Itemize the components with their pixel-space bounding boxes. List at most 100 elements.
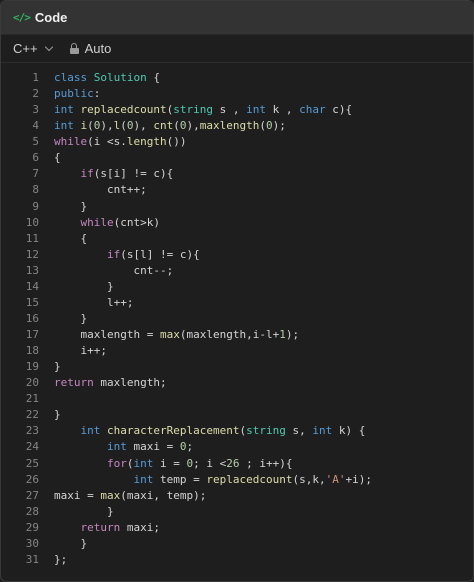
line-number: 10 <box>25 215 39 229</box>
line-number: 30 <box>25 536 39 550</box>
code-text: if(s[l] != c){ <box>106 247 200 261</box>
code-text: }; <box>54 552 68 566</box>
code-text: int replacedcount(string s , int k , cha… <box>54 103 353 117</box>
code-text: { <box>54 231 88 245</box>
code-line: 25 for(int i = 0; i <26 ; i++){ <box>1 456 473 472</box>
code-line: 17 maxlength = max(maxlength,i-l+1); <box>1 327 473 343</box>
code-line: 16 } <box>1 311 473 327</box>
line-number: 29 <box>25 520 39 534</box>
line-number: 25 <box>25 456 39 470</box>
code-line: 20 return maxlength; <box>1 375 473 391</box>
language-selector[interactable]: C++ <box>13 41 53 56</box>
line-number: 18 <box>25 344 39 358</box>
line-number: 6 <box>32 151 39 165</box>
code-text: return maxlength; <box>54 376 167 390</box>
code-brackets-icon: </> <box>13 11 31 24</box>
line-number: 14 <box>25 279 39 293</box>
line-number: 8 <box>32 183 39 197</box>
code-line: 5 while(i <s.length()) <box>1 134 473 150</box>
code-text: cnt++; <box>106 183 147 197</box>
code-line: 15 l++; <box>1 295 473 311</box>
code-text: maxlength = max(maxlength,i-l+1); <box>80 328 300 341</box>
line-number: 7 <box>32 167 39 181</box>
code-line: 22} <box>1 407 473 423</box>
code-line: 26 int temp = replacedcount(s,k,'A'+i); <box>1 472 473 488</box>
code-text: while(i <s.length()) <box>54 135 187 149</box>
code-text: } <box>54 279 114 293</box>
line-number: 16 <box>25 311 39 325</box>
code-line: 3 int replacedcount(string s , int k , ch… <box>1 102 473 118</box>
line-number: 20 <box>25 376 39 390</box>
code-line: 13 cnt--; <box>1 263 473 279</box>
code-line: 30 } <box>1 536 473 552</box>
line-number: 24 <box>25 440 39 454</box>
line-number: 17 <box>25 328 39 341</box>
line-number: 26 <box>25 472 39 486</box>
line-number: 31 <box>25 552 39 566</box>
code-text: cnt--; <box>133 263 174 277</box>
panel-header: </> Code <box>1 1 473 35</box>
code-text: int i(0),l(0), cnt(0),maxlength(0); <box>54 119 286 133</box>
code-line: 19} <box>1 359 473 375</box>
language-label: C++ <box>13 41 38 56</box>
code-line: 27 maxi = max(maxi, temp); <box>1 488 473 504</box>
code-text: for(int i = 0; i <26 ; i++){ <box>106 456 293 470</box>
code-line: 29 return maxi; <box>1 520 473 536</box>
code-text: public: <box>54 87 101 101</box>
line-number: 2 <box>32 87 39 101</box>
code-line: 21 <box>1 391 473 407</box>
code-text: class Solution { <box>54 71 160 84</box>
code-text: } <box>54 504 114 518</box>
lock-icon <box>69 43 79 54</box>
line-number: 4 <box>32 119 39 133</box>
code-text: maxi = max(maxi, temp); <box>54 488 207 502</box>
line-number: 11 <box>25 231 39 245</box>
code-text: int characterReplacement(string s, int k… <box>80 424 366 438</box>
code-text: { <box>54 151 61 165</box>
code-line: 31}; <box>1 552 473 568</box>
code-panel: </> Code C++ Auto 1 class Solution { 2 publ… <box>0 0 474 582</box>
code-line: 14 } <box>1 279 473 295</box>
code-text: } <box>54 536 88 550</box>
line-number: 21 <box>25 392 39 406</box>
line-number: 9 <box>32 199 39 213</box>
code-line: 10 while(cnt>k) <box>1 215 473 231</box>
line-number: 27 <box>25 488 39 502</box>
code-text: int maxi = 0; <box>106 440 194 454</box>
code-text: } <box>54 408 61 422</box>
code-line: 4 int i(0),l(0), cnt(0),maxlength(0); <box>1 118 473 134</box>
line-number: 5 <box>32 135 39 149</box>
code-line: 6{ <box>1 150 473 166</box>
line-number: 13 <box>25 263 39 277</box>
line-number: 28 <box>25 504 39 518</box>
code-line: 12 if(s[l] != c){ <box>1 247 473 263</box>
code-text: l++; <box>106 295 134 309</box>
code-text: return maxi; <box>80 520 161 534</box>
code-text: } <box>54 360 61 374</box>
code-text: while(cnt>k) <box>80 215 161 229</box>
code-line: 23 int characterReplacement(string s, in… <box>1 423 473 439</box>
code-text: i++; <box>80 344 108 358</box>
code-line: 9 } <box>1 199 473 215</box>
code-text: int temp = replacedcount(s,k,'A'+i); <box>133 472 372 486</box>
line-number: 19 <box>25 360 39 374</box>
code-line: 28 } <box>1 504 473 520</box>
code-line: 7 if(s[i] != c){ <box>1 166 473 182</box>
code-line: 8 cnt++; <box>1 182 473 198</box>
line-number: 1 <box>32 71 39 84</box>
code-text: if(s[i] != c){ <box>80 167 174 181</box>
code-text: } <box>54 311 88 325</box>
code-line: 1 class Solution { <box>1 70 473 86</box>
code-line: 11 { <box>1 231 473 247</box>
line-number: 15 <box>25 295 39 309</box>
line-number: 12 <box>25 247 39 261</box>
code-editor[interactable]: 1 class Solution { 2 public: 3 int replacedco… <box>1 67 473 581</box>
editor-toolbar: C++ Auto <box>1 35 473 63</box>
code-line: 24 int maxi = 0; <box>1 439 473 455</box>
code-line: 2 public: <box>1 86 473 102</box>
line-number: 23 <box>25 424 39 438</box>
auto-mode-label[interactable]: Auto <box>85 41 112 56</box>
code-text: } <box>54 199 88 213</box>
line-number: 3 <box>32 103 39 117</box>
